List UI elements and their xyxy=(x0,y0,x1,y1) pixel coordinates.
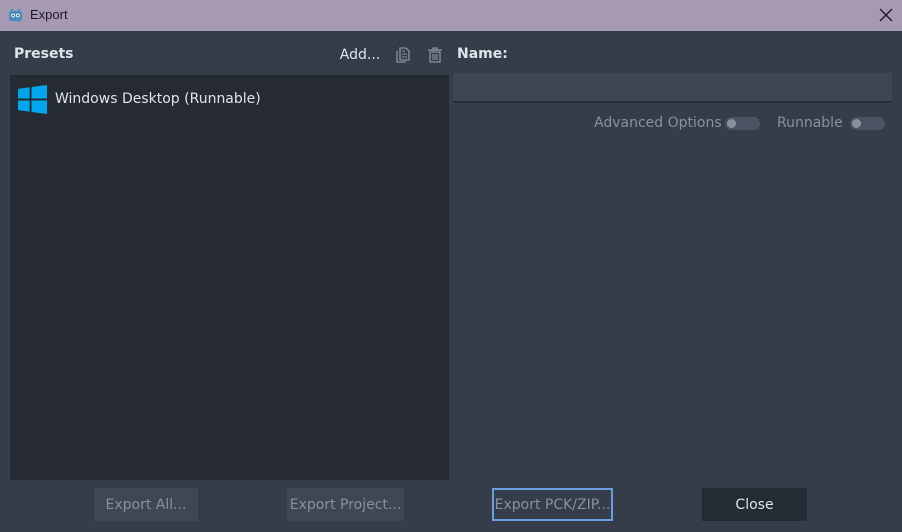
runnable-toggle[interactable] xyxy=(850,117,885,130)
export-pck-zip-button[interactable]: Export PCK/ZIP... xyxy=(492,488,613,521)
name-label: Name: xyxy=(457,46,508,62)
close-icon[interactable] xyxy=(879,8,893,22)
advanced-options-label: Advanced Options xyxy=(594,115,722,131)
preset-item-windows-desktop[interactable]: Windows Desktop (Runnable) xyxy=(10,82,449,116)
export-all-button[interactable]: Export All... xyxy=(94,488,198,521)
preset-list[interactable]: Windows Desktop (Runnable) xyxy=(10,75,449,480)
name-input[interactable] xyxy=(453,73,892,103)
toggle-knob xyxy=(852,119,861,128)
close-button[interactable]: Close xyxy=(702,488,807,521)
advanced-options-toggle[interactable] xyxy=(725,117,760,130)
duplicate-icon[interactable] xyxy=(394,46,412,64)
export-project-button[interactable]: Export Project... xyxy=(287,488,404,521)
add-preset-button[interactable]: Add... xyxy=(336,44,384,66)
runnable-label: Runnable xyxy=(777,115,843,131)
presets-heading: Presets xyxy=(14,46,74,62)
title-bar: Export xyxy=(0,0,902,31)
toggle-knob xyxy=(727,119,736,128)
windows-icon xyxy=(17,84,48,115)
preset-item-label: Windows Desktop (Runnable) xyxy=(55,91,261,107)
trash-icon[interactable] xyxy=(426,46,444,64)
window-title: Export xyxy=(30,7,68,22)
godot-icon xyxy=(8,8,23,22)
